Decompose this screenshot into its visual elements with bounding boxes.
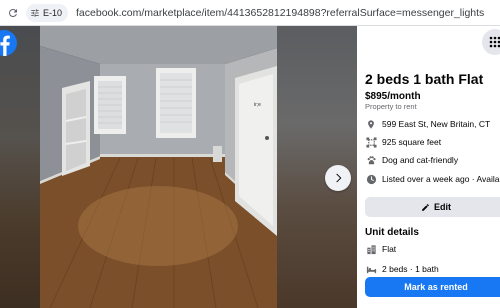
listing-details-panel: 2 beds 1 bath Flat $895/month Property t… — [357, 26, 500, 308]
clock-icon — [365, 173, 377, 185]
pencil-icon — [422, 203, 429, 211]
square-feet-icon — [365, 136, 377, 148]
listing-photo: ir;e — [40, 26, 277, 308]
building-icon — [365, 243, 377, 255]
detail-text: 599 East St, New Britain, CT — [382, 119, 491, 129]
site-info-chip[interactable]: E-10 — [26, 3, 69, 22]
chevron-right-icon — [336, 173, 342, 183]
tune-icon — [31, 8, 39, 17]
reload-icon[interactable] — [3, 3, 23, 23]
unit-detail-text: 2 beds · 1 bath — [382, 264, 439, 274]
photo-viewer: ir;e — [0, 26, 357, 308]
listing-price: $895/month — [365, 91, 421, 102]
url-field[interactable]: facebook.com/marketplace/item/4413652812… — [76, 7, 484, 19]
facebook-logo-icon[interactable] — [0, 30, 26, 56]
unit-detail-text: Flat — [382, 244, 397, 254]
unit-detail-type: Flat — [365, 243, 396, 255]
location-pin-icon — [365, 118, 377, 130]
detail-size: 925 square feet — [365, 136, 441, 148]
browser-address-bar: E-10 facebook.com/marketplace/item/44136… — [0, 0, 500, 26]
detail-text: 925 square feet — [382, 137, 442, 147]
detail-text: Listed over a week ago · Available — [382, 174, 500, 184]
next-photo-button[interactable] — [325, 165, 351, 191]
unit-detail-rooms: 2 beds · 1 bath — [365, 263, 439, 275]
detail-address: 599 East St, New Britain, CT — [365, 118, 490, 130]
bed-icon — [365, 263, 377, 275]
detail-listed: Listed over a week ago · Available — [365, 173, 500, 185]
listing-subtitle: Property to rent — [365, 102, 417, 111]
mark-as-rented-button[interactable]: Mark as rented — [365, 277, 500, 297]
detail-text: Dog and cat-friendly — [382, 155, 459, 165]
site-chip-label: E-10 — [43, 7, 63, 18]
svg-text:ir;e: ir;e — [254, 102, 261, 108]
detail-pets: Dog and cat-friendly — [365, 154, 458, 166]
photo-blur-backdrop-left — [0, 26, 40, 308]
menu-button[interactable] — [482, 29, 500, 55]
paw-icon — [365, 154, 377, 166]
listing-title: 2 beds 1 bath Flat — [365, 71, 484, 87]
grid-menu-icon — [489, 36, 500, 48]
edit-button-label: Edit — [434, 202, 451, 212]
edit-button[interactable]: Edit — [365, 197, 500, 217]
unit-details-heading: Unit details — [365, 227, 419, 238]
